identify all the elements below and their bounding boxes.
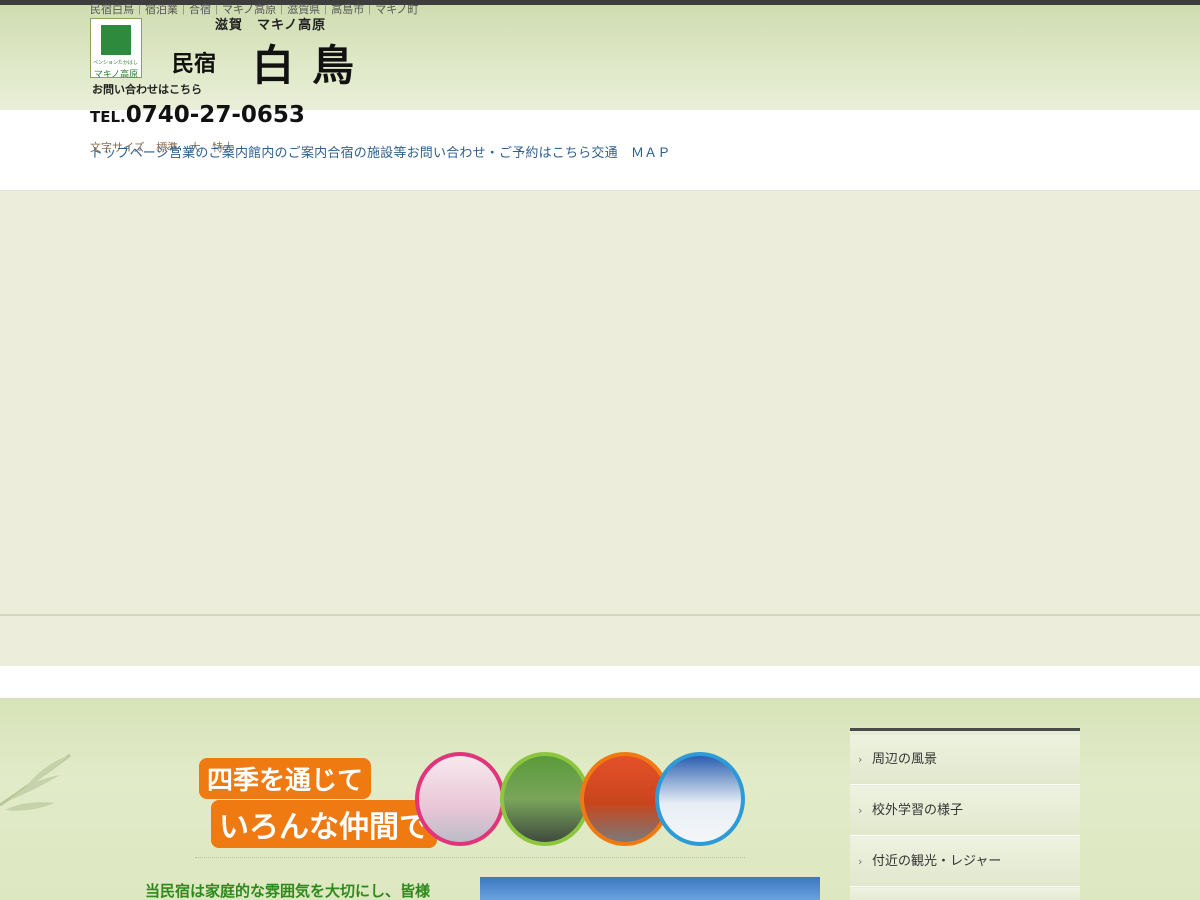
white-strip <box>0 666 1200 699</box>
chevron-right-icon: › <box>858 804 863 817</box>
hero-area <box>0 191 1200 616</box>
banner-line-1: 四季を通じて <box>199 758 372 799</box>
sidebar-item-label: 付近の観光・レジャー <box>872 854 1002 869</box>
tree-logo-icon <box>101 25 131 55</box>
site-logo[interactable]: ペンションたかはし 民宿白鳥 マキノ高原 <box>90 18 142 80</box>
spring-cherry-photo <box>415 752 505 846</box>
logo-subtext: ペンションたかはし 民宿白鳥 <box>93 60 139 66</box>
hero-footer-strip <box>0 616 1200 666</box>
sidebar-item-label: 校外学習の様子 <box>872 803 964 818</box>
sidebar-item-next[interactable] <box>850 888 1080 900</box>
site-tagline: 滋賀 マキノ高原 <box>215 18 327 33</box>
nav-camp[interactable]: 合宿の施設等 <box>327 142 406 161</box>
site-title: 白鳥 <box>252 41 373 90</box>
sidebar-item-scenery[interactable]: › 周辺の風景 <box>850 735 1080 785</box>
tel-number: 0740-27-0653 <box>125 102 305 128</box>
season-banner: 四季を通じて いろんな仲間で <box>195 752 745 852</box>
contact-label: お問い合わせはこちら <box>92 83 202 96</box>
chevron-right-icon: › <box>858 855 863 868</box>
sidebar-item-sightseeing[interactable]: › 付近の観光・レジャー <box>850 837 1080 887</box>
nav-business[interactable]: 営業のご案内 <box>169 142 248 161</box>
global-nav: トップページ 営業のご案内 館内のご案内 合宿の施設等 お問い合わせ・ご予約はこ… <box>90 142 671 161</box>
tel-prefix: TEL. <box>90 108 126 126</box>
sidebar-item-label: 周辺の風景 <box>872 752 938 767</box>
bamboo-leaf-icon <box>0 753 71 811</box>
winter-ski-photo <box>655 752 745 846</box>
nav-contact[interactable]: お問い合わせ・ご予約はこちら <box>407 142 592 161</box>
season-banner-text: 四季を通じて いろんな仲間で <box>195 754 437 848</box>
site-title-prefix: 民宿 <box>172 52 217 77</box>
chevron-right-icon: › <box>858 753 863 766</box>
sidebar-item-field-study[interactable]: › 校外学習の様子 <box>850 786 1080 836</box>
nav-facility[interactable]: 館内のご案内 <box>248 142 327 161</box>
summer-camp-photo <box>500 752 590 846</box>
sidebar-menu: › 周辺の風景 › 校外学習の様子 › 付近の観光・レジャー <box>850 728 1080 900</box>
landscape-photo <box>480 877 820 900</box>
banner-line-2: いろんな仲間で <box>211 800 437 848</box>
intro-text: 当民宿は家庭的な雰囲気を大切にし、皆様 <box>145 882 431 900</box>
nav-access-map[interactable]: 交通 ＭＡＰ <box>591 142 670 161</box>
nav-top[interactable]: トップページ <box>90 142 169 161</box>
divider <box>195 857 745 858</box>
phone-number[interactable]: TEL.0740-27-0653 <box>90 102 305 128</box>
logo-name: マキノ高原 <box>93 70 139 80</box>
